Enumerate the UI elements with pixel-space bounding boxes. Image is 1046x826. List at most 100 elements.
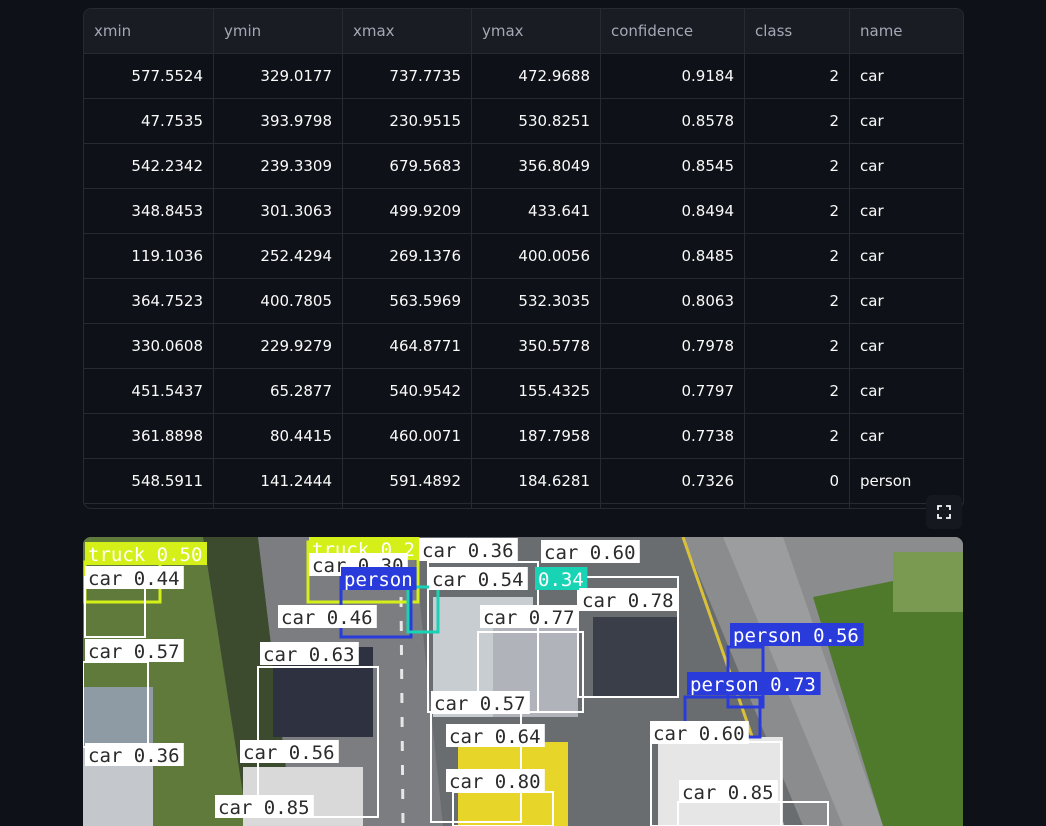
table-cell-ymin[interactable]: 329.0177 [214, 54, 343, 98]
table-cell-name[interactable]: car [850, 54, 963, 98]
table-row[interactable]: 330.0608 229.9279 464.8771 350.5778 0.7978 2 c… [84, 324, 963, 369]
table-cell-class[interactable]: 2 [745, 144, 850, 188]
detection-label-text: car 0.57 [434, 693, 526, 715]
table-cell-ymin[interactable]: 229.9279 [214, 324, 343, 368]
table-cell-confidence[interactable]: 0.8494 [601, 189, 745, 233]
table-cell-name[interactable]: car [850, 414, 963, 458]
table-cell-class[interactable]: 2 [745, 279, 850, 323]
table-cell-ymin[interactable]: 301.3063 [214, 189, 343, 233]
detection-label-text: car 0.46 [281, 607, 373, 629]
table-cell-ymax[interactable]: 530.8251 [472, 99, 601, 143]
detection-label: car 0.36 [85, 743, 184, 767]
column-header-name[interactable]: name [850, 9, 963, 53]
table-cell-ymax[interactable]: 472.9688 [472, 54, 601, 98]
column-header-xmin[interactable]: xmin [84, 9, 214, 53]
table-cell-xmin[interactable]: 361.8898 [84, 414, 214, 458]
detection-label-text: car 0.64 [449, 726, 541, 748]
table-cell-empty [343, 504, 472, 508]
table-cell-ymin[interactable]: 252.4294 [214, 234, 343, 278]
table-cell-xmax[interactable]: 269.1376 [343, 234, 472, 278]
detection-label: car 0.57 [85, 639, 184, 663]
table-row[interactable]: 548.5911 141.2444 591.4892 184.6281 0.7326 0 p… [84, 459, 963, 504]
table-cell-ymax[interactable]: 187.7958 [472, 414, 601, 458]
table-cell-ymin[interactable]: 393.9798 [214, 99, 343, 143]
table-cell-ymax[interactable]: 433.641 [472, 189, 601, 233]
table-cell-confidence[interactable]: 0.7797 [601, 369, 745, 413]
table-cell-class[interactable]: 2 [745, 54, 850, 98]
table-cell-name[interactable]: car [850, 279, 963, 323]
table-cell-name[interactable]: car [850, 144, 963, 188]
table-cell-xmin[interactable]: 451.5437 [84, 369, 214, 413]
detection-label-text: truck 0.50 [88, 544, 202, 566]
table-cell-name[interactable]: car [850, 99, 963, 143]
table-row[interactable]: 364.7523 400.7805 563.5969 532.3035 0.8063 2 c… [84, 279, 963, 324]
table-cell-xmax[interactable]: 230.9515 [343, 99, 472, 143]
table-cell-empty [745, 504, 850, 508]
table-cell-ymin[interactable]: 65.2877 [214, 369, 343, 413]
table-cell-xmax[interactable]: 737.7735 [343, 54, 472, 98]
detections-dataframe[interactable]: xmin ymin xmax ymax confidence class nam… [83, 8, 964, 509]
table-cell-ymin[interactable]: 239.3309 [214, 144, 343, 188]
table-cell-xmin[interactable]: 364.7523 [84, 279, 214, 323]
table-cell-ymax[interactable]: 155.4325 [472, 369, 601, 413]
table-header-row: xmin ymin xmax ymax confidence class nam… [84, 9, 963, 54]
table-cell-xmax[interactable]: 460.0071 [343, 414, 472, 458]
table-cell-confidence[interactable]: 0.7978 [601, 324, 745, 368]
table-row[interactable]: 577.5524 329.0177 737.7735 472.9688 0.9184 2 c… [84, 54, 963, 99]
table-cell-xmin[interactable]: 542.2342 [84, 144, 214, 188]
table-row[interactable]: 451.5437 65.2877 540.9542 155.4325 0.7797 2 ca… [84, 369, 963, 414]
table-cell-name[interactable]: car [850, 234, 963, 278]
table-cell-xmin[interactable]: 577.5524 [84, 54, 214, 98]
table-cell-confidence[interactable]: 0.8063 [601, 279, 745, 323]
table-row[interactable]: 542.2342 239.3309 679.5683 356.8049 0.8545 2 c… [84, 144, 963, 189]
table-cell-confidence[interactable]: 0.7738 [601, 414, 745, 458]
detection-label: car 0.57 [431, 691, 530, 715]
table-cell-class[interactable]: 2 [745, 324, 850, 368]
table-row[interactable]: 361.8898 80.4415 460.0071 187.7958 0.7738 2 ca… [84, 414, 963, 459]
detection-label: car 0.60 [541, 540, 640, 564]
table-cell-ymax[interactable]: 184.6281 [472, 459, 601, 503]
table-cell-xmin[interactable]: 548.5911 [84, 459, 214, 503]
table-cell-confidence[interactable]: 0.9184 [601, 54, 745, 98]
table-cell-xmin[interactable]: 348.8453 [84, 189, 214, 233]
table-cell-xmin[interactable]: 119.1036 [84, 234, 214, 278]
table-cell-ymin[interactable]: 400.7805 [214, 279, 343, 323]
column-header-confidence[interactable]: confidence [601, 9, 745, 53]
table-cell-ymax[interactable]: 400.0056 [472, 234, 601, 278]
table-cell-confidence[interactable]: 0.8578 [601, 99, 745, 143]
column-header-class[interactable]: class [745, 9, 850, 53]
table-cell-xmax[interactable]: 679.5683 [343, 144, 472, 188]
table-cell-class[interactable]: 2 [745, 99, 850, 143]
table-row[interactable]: 348.8453 301.3063 499.9209 433.641 0.8494 2 ca… [84, 189, 963, 234]
table-cell-class[interactable]: 0 [745, 459, 850, 503]
table-cell-class[interactable]: 2 [745, 414, 850, 458]
table-cell-class[interactable]: 2 [745, 189, 850, 233]
detection-label-text: car 0.57 [88, 641, 180, 663]
table-cell-name[interactable]: car [850, 369, 963, 413]
table-cell-xmax[interactable]: 540.9542 [343, 369, 472, 413]
table-cell-ymax[interactable]: 356.8049 [472, 144, 601, 188]
table-cell-ymin[interactable]: 141.2444 [214, 459, 343, 503]
column-header-ymin[interactable]: ymin [214, 9, 343, 53]
table-row[interactable]: 47.7535 393.9798 230.9515 530.8251 0.8578 2 ca… [84, 99, 963, 144]
table-cell-class[interactable]: 2 [745, 234, 850, 278]
table-cell-ymax[interactable]: 532.3035 [472, 279, 601, 323]
fullscreen-button[interactable] [926, 495, 962, 529]
table-cell-class[interactable]: 2 [745, 369, 850, 413]
table-cell-ymax[interactable]: 350.5778 [472, 324, 601, 368]
table-cell-xmin[interactable]: 47.7535 [84, 99, 214, 143]
table-cell-xmax[interactable]: 464.8771 [343, 324, 472, 368]
table-cell-xmin[interactable]: 330.0608 [84, 324, 214, 368]
table-row[interactable]: 119.1036 252.4294 269.1376 400.0056 0.8485 2 c… [84, 234, 963, 279]
table-cell-name[interactable]: car [850, 189, 963, 233]
column-header-ymax[interactable]: ymax [472, 9, 601, 53]
table-cell-name[interactable]: car [850, 324, 963, 368]
table-cell-xmax[interactable]: 563.5969 [343, 279, 472, 323]
table-cell-xmax[interactable]: 591.4892 [343, 459, 472, 503]
table-cell-confidence[interactable]: 0.7326 [601, 459, 745, 503]
table-cell-ymin[interactable]: 80.4415 [214, 414, 343, 458]
table-cell-confidence[interactable]: 0.8545 [601, 144, 745, 188]
table-cell-xmax[interactable]: 499.9209 [343, 189, 472, 233]
table-cell-confidence[interactable]: 0.8485 [601, 234, 745, 278]
column-header-xmax[interactable]: xmax [343, 9, 472, 53]
